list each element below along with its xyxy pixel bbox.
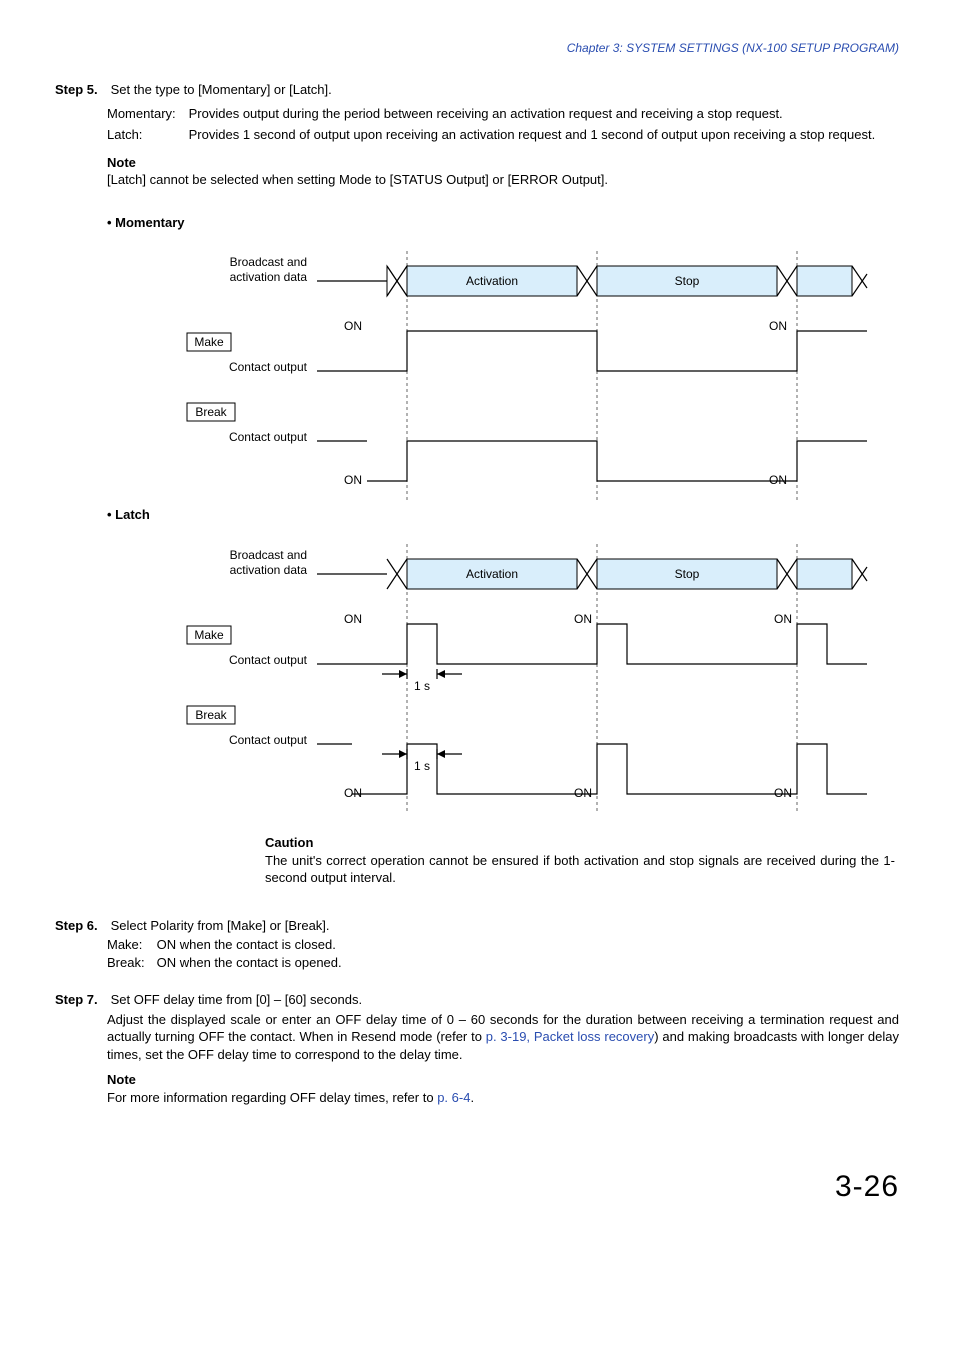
svg-text:Activation: Activation bbox=[466, 567, 518, 581]
step-7-body: Adjust the displayed scale or enter an O… bbox=[107, 1011, 899, 1064]
latch-desc: Provides 1 second of output upon receivi… bbox=[189, 126, 889, 144]
step7-note-b: . bbox=[470, 1090, 474, 1105]
svg-text:Broadcast and: Broadcast and bbox=[230, 548, 307, 562]
link-p6-4[interactable]: p. 6-4 bbox=[437, 1090, 470, 1105]
page-number: 3-26 bbox=[55, 1167, 899, 1208]
svg-text:Contact output: Contact output bbox=[229, 360, 308, 374]
svg-text:ON: ON bbox=[769, 473, 787, 487]
svg-text:ON: ON bbox=[344, 612, 362, 626]
step7-note: Note For more information regarding OFF … bbox=[107, 1071, 899, 1106]
svg-text:activation data: activation data bbox=[230, 270, 308, 284]
step-7-label: Step 7. bbox=[55, 991, 107, 1009]
svg-text:Make: Make bbox=[194, 335, 224, 349]
momentary-svg: Broadcast and activation data Activation… bbox=[107, 241, 877, 501]
step-5: Step 5. Set the type to [Momentary] or [… bbox=[55, 81, 899, 99]
make-desc: ON when the contact is closed. bbox=[157, 937, 336, 952]
momentary-desc: Provides output during the period betwee… bbox=[189, 105, 889, 123]
step-7: Step 7. Set OFF delay time from [0] – [6… bbox=[55, 991, 899, 1009]
momentary-term: Momentary: bbox=[107, 105, 185, 123]
diagram-latch: • Latch Broadcast and activation data Ac… bbox=[107, 506, 899, 814]
step5-note: Note [Latch] cannot be selected when set… bbox=[107, 154, 899, 189]
step-6-intro: Select Polarity from [Make] or [Break]. bbox=[111, 917, 891, 935]
break-desc: ON when the contact is opened. bbox=[157, 955, 342, 970]
svg-text:Contact output: Contact output bbox=[229, 733, 308, 747]
svg-text:ON: ON bbox=[344, 319, 362, 333]
svg-text:ON: ON bbox=[344, 786, 362, 800]
link-packet-loss[interactable]: p. 3-19, Packet loss recovery bbox=[486, 1029, 654, 1044]
svg-text:Break: Break bbox=[195, 405, 227, 419]
note-label: Note bbox=[107, 154, 899, 172]
svg-text:1 s: 1 s bbox=[414, 759, 430, 773]
diagram-momentary: • Momentary Broadcast and activation dat… bbox=[107, 214, 899, 502]
svg-text:ON: ON bbox=[774, 786, 792, 800]
svg-text:ON: ON bbox=[769, 319, 787, 333]
caution-label: Caution bbox=[265, 834, 895, 852]
svg-text:Stop: Stop bbox=[675, 567, 700, 581]
svg-text:ON: ON bbox=[774, 612, 792, 626]
svg-text:1 s: 1 s bbox=[414, 679, 430, 693]
step7-note-label: Note bbox=[107, 1071, 899, 1089]
chapter-header: Chapter 3: SYSTEM SETTINGS (NX-100 SETUP… bbox=[55, 40, 899, 56]
note-text: [Latch] cannot be selected when setting … bbox=[107, 171, 899, 189]
svg-text:Activation: Activation bbox=[466, 274, 518, 288]
svg-text:activation data: activation data bbox=[230, 563, 308, 577]
svg-text:ON: ON bbox=[574, 612, 592, 626]
svg-text:ON: ON bbox=[344, 473, 362, 487]
svg-text:ON: ON bbox=[574, 786, 592, 800]
step-6-label: Step 6. bbox=[55, 917, 107, 935]
latch-term: Latch: bbox=[107, 126, 185, 144]
svg-text:Contact output: Contact output bbox=[229, 430, 308, 444]
momentary-title: • Momentary bbox=[107, 214, 899, 232]
svg-text:Stop: Stop bbox=[675, 274, 700, 288]
svg-text:Broadcast and: Broadcast and bbox=[230, 255, 307, 269]
step-6: Step 6. Select Polarity from [Make] or [… bbox=[55, 917, 899, 935]
svg-text:Contact output: Contact output bbox=[229, 653, 308, 667]
make-term: Make: bbox=[107, 936, 153, 954]
step7-note-a: For more information regarding OFF delay… bbox=[107, 1090, 437, 1105]
step-7-intro: Set OFF delay time from [0] – [60] secon… bbox=[111, 991, 891, 1009]
caution-text: The unit's correct operation cannot be e… bbox=[265, 852, 895, 887]
step-5-intro: Set the type to [Momentary] or [Latch]. bbox=[111, 81, 891, 99]
svg-text:Make: Make bbox=[194, 628, 224, 642]
break-term: Break: bbox=[107, 954, 153, 972]
latch-svg: Broadcast and activation data Activation… bbox=[107, 534, 877, 814]
svg-text:Break: Break bbox=[195, 708, 227, 722]
caution-block: Caution The unit's correct operation can… bbox=[265, 834, 895, 887]
step-5-label: Step 5. bbox=[55, 81, 107, 99]
latch-title: • Latch bbox=[107, 506, 899, 524]
